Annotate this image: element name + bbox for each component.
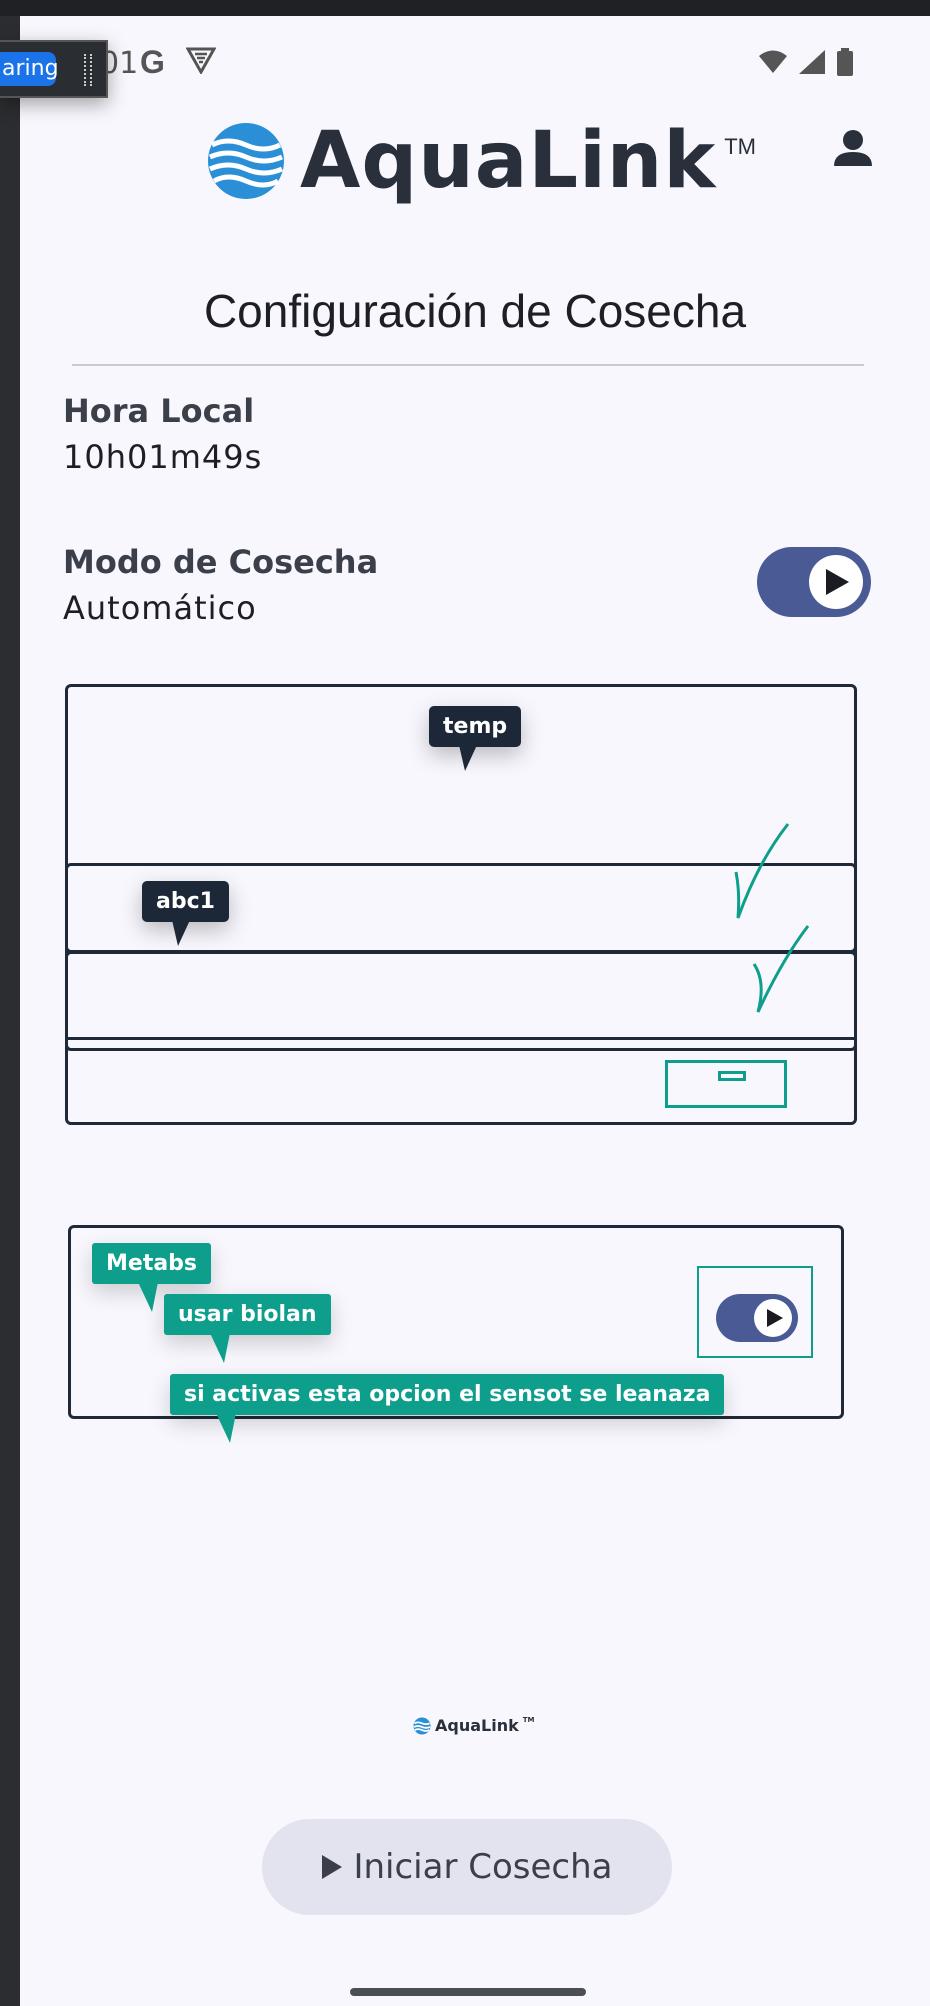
home-indicator[interactable] bbox=[350, 1988, 586, 1996]
footer-trademark: TM bbox=[522, 1716, 535, 1724]
phone-screen: 01 G AquaLink TM Configuración de Cosech… bbox=[20, 16, 930, 2006]
toggle-knob bbox=[809, 555, 863, 609]
drag-handle-icon[interactable] bbox=[84, 54, 92, 86]
harvest-mode-label: Modo de Cosecha bbox=[63, 543, 379, 581]
start-harvest-button[interactable]: Iniciar Cosecha bbox=[262, 1819, 672, 1915]
toggle-knob bbox=[754, 1299, 792, 1337]
google-icon: G bbox=[140, 44, 165, 80]
teal-inner-rect bbox=[718, 1071, 746, 1081]
status-icons bbox=[758, 48, 854, 76]
local-time-value: 10h01m49s bbox=[63, 438, 263, 476]
local-time-label: Hora Local bbox=[63, 392, 255, 430]
play-icon bbox=[767, 1309, 783, 1327]
shield-icon bbox=[185, 46, 217, 79]
page-title: Configuración de Cosecha bbox=[203, 285, 747, 337]
harvest-mode-toggle[interactable] bbox=[757, 547, 871, 617]
app-logo: AquaLink TM bbox=[206, 116, 756, 206]
footer-brand: AquaLink bbox=[435, 1716, 519, 1735]
share-chip-label: aring bbox=[0, 52, 59, 86]
abc1-tooltip: abc1 bbox=[142, 881, 229, 946]
footer-logo: AquaLink TM bbox=[413, 1716, 534, 1735]
divider bbox=[72, 364, 864, 366]
sensor-note-tooltip: si activas esta opcion el sensot se lean… bbox=[170, 1374, 725, 1443]
panel-row-2[interactable] bbox=[65, 951, 857, 1051]
wifi-icon bbox=[759, 50, 787, 73]
play-icon bbox=[322, 1855, 343, 1879]
biolan-toggle[interactable] bbox=[716, 1294, 798, 1342]
check-icon bbox=[752, 925, 810, 1013]
aqualink-wave-icon bbox=[208, 123, 284, 199]
temp-tooltip: temp bbox=[429, 706, 522, 771]
play-icon bbox=[826, 569, 849, 595]
screen-share-chip[interactable]: aring bbox=[0, 40, 108, 98]
harvest-mode-value: Automático bbox=[63, 589, 257, 627]
biolan-toggle-frame bbox=[697, 1266, 813, 1358]
window-top-bar bbox=[0, 0, 930, 16]
metabs-tooltip: Metabs bbox=[92, 1243, 212, 1312]
aqualink-wave-icon bbox=[413, 1716, 431, 1735]
user-icon[interactable] bbox=[832, 128, 874, 173]
signal-icon bbox=[799, 50, 825, 74]
panel-row-separator bbox=[65, 1037, 857, 1040]
brand-name: AquaLink bbox=[300, 116, 717, 206]
usar-biolan-tooltip: usar biolan bbox=[164, 1294, 331, 1363]
battery-icon bbox=[837, 48, 853, 76]
teal-input-box[interactable] bbox=[665, 1060, 787, 1108]
start-harvest-label: Iniciar Cosecha bbox=[353, 1847, 613, 1887]
brand-trademark: TM bbox=[724, 134, 756, 159]
